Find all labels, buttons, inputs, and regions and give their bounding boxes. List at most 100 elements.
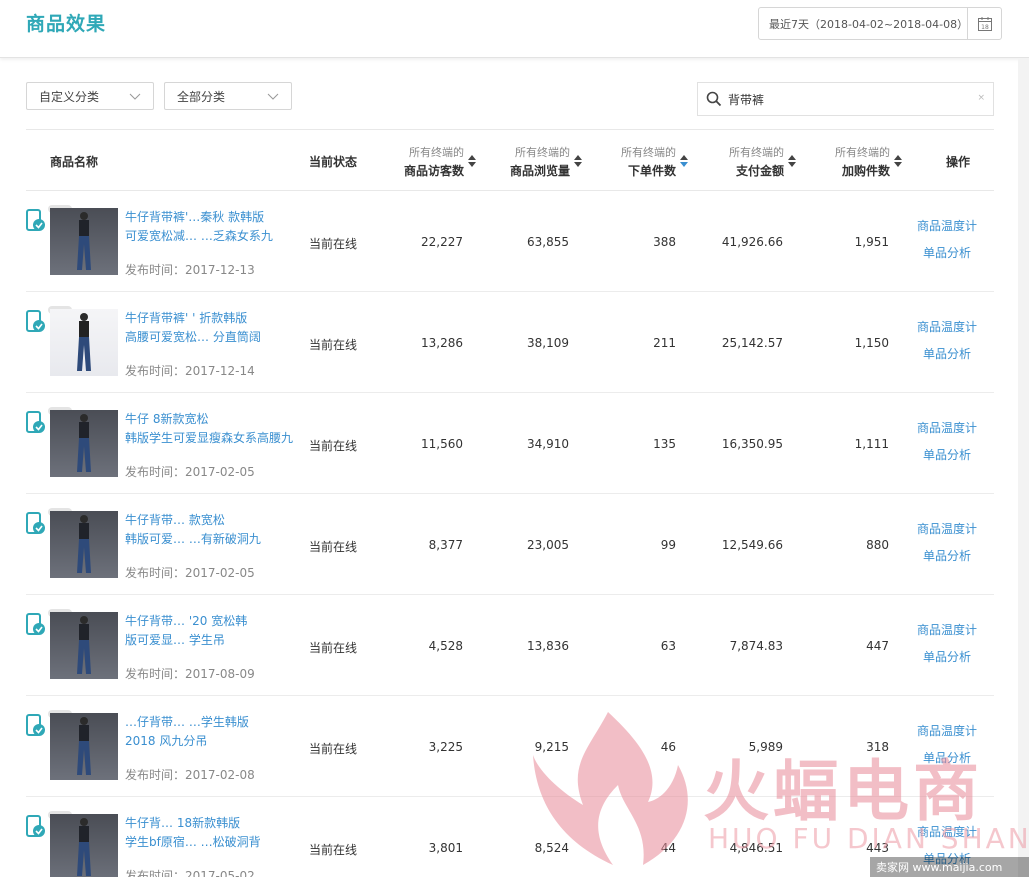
col-cart[interactable]: 所有终端的 加购件数 [824,144,890,180]
thermometer-link[interactable]: 商品温度计 [912,621,982,638]
col-visitors[interactable]: 所有终端的 商品访客数 [398,144,464,180]
thermometer-link[interactable]: 商品温度计 [912,823,982,840]
item-analysis-link[interactable]: 单品分析 [912,547,982,564]
product-thumbnail[interactable] [50,511,118,578]
device-status-icon [26,310,45,332]
col-payment-main: 支付金额 [735,164,784,178]
publish-date: 发布时间：2017-08-09 [125,667,255,681]
col-pageviews-sub: 所有终端的 [515,146,570,159]
cart-value: 1,951 [854,235,889,249]
all-category-select[interactable]: 全部分类 [164,82,292,110]
col-orders[interactable]: 所有终端的 下单件数 [610,144,676,180]
cart-value: 447 [866,639,889,653]
publish-date: 发布时间：2017-12-14 [125,364,255,378]
col-visitors-main: 商品访客数 [403,164,464,178]
sort-desc-icon[interactable] [680,155,688,167]
table-row: 牛仔背带… '20 宽松韩 版可爱显… 学生吊 发布时间：2017-08-09 … [26,595,994,696]
orders-value: 99 [660,538,676,552]
publish-date: 发布时间：2017-02-08 [125,768,255,782]
visitors-value: 8,377 [428,538,463,552]
payment-value: 5,989 [748,740,783,754]
table-row: …仔背带… …学生韩版 2018 风九分吊 发布时间：2017-02-08 当前… [26,696,994,797]
pageviews-value: 13,836 [527,639,569,653]
product-title-line2[interactable]: 韩版可爱… …有新破洞九 [125,530,297,547]
calendar-button[interactable]: 18 [967,8,1001,39]
clear-search-button[interactable]: × [977,93,985,103]
product-title-line1[interactable]: 牛仔背带裤' ' 折款韩版 [125,309,297,326]
model-figure-icon [77,616,91,674]
product-thumbnail[interactable] [50,612,118,679]
chevron-down-icon [267,93,279,100]
orders-value: 46 [660,740,676,754]
visitors-value: 3,801 [428,841,463,855]
col-orders-main: 下单件数 [627,164,676,178]
orders-value: 63 [660,639,676,653]
model-figure-icon [77,212,91,270]
table-header: 商品名称 当前状态 所有终端的 商品访客数 所有终端的 商品浏览量 所有终端的 … [26,129,994,191]
cart-value: 1,111 [854,437,889,451]
thermometer-link[interactable]: 商品温度计 [912,722,982,739]
product-title-line1[interactable]: 牛仔 8新款宽松 [125,410,297,427]
custom-category-select[interactable]: 自定义分类 [26,82,154,110]
product-title-line1[interactable]: 牛仔背带… 款宽松 [125,511,297,528]
model-figure-icon [77,818,91,876]
item-analysis-link[interactable]: 单品分析 [912,244,982,261]
device-status-icon [26,512,45,534]
table-row: 牛仔背带… 款宽松 韩版可爱… …有新破洞九 发布时间：2017-02-05 当… [26,494,994,595]
product-title-line2[interactable]: 可爱宽松减… …乏森女系九 [125,227,297,244]
table-row: 牛仔背带裤'…秦秋 款韩版 可爱宽松减… …乏森女系九 发布时间：2017-12… [26,191,994,292]
item-analysis-link[interactable]: 单品分析 [912,446,982,463]
product-title-line1[interactable]: 牛仔背… 18新款韩版 [125,814,297,831]
item-analysis-link[interactable]: 单品分析 [912,345,982,362]
product-thumbnail[interactable] [50,410,118,477]
sort-icon[interactable] [788,155,796,167]
product-title-line1[interactable]: …仔背带… …学生韩版 [125,713,297,730]
table-row: 牛仔背… 18新款韩版 学生bf原宿… …松破洞背 发布时间：2017-05-0… [26,797,994,877]
product-thumbnail[interactable] [50,309,118,376]
thermometer-link[interactable]: 商品温度计 [912,217,982,234]
publish-date: 发布时间：2017-02-05 [125,566,255,580]
product-title-line1[interactable]: 牛仔背带… '20 宽松韩 [125,612,297,629]
corner-watermark: 卖家网 www.maijia.com [870,857,1029,877]
sort-icon[interactable] [468,155,476,167]
custom-category-label: 自定义分类 [39,89,100,104]
product-title-line2[interactable]: 版可爱显… 学生吊 [125,631,297,648]
date-range-picker[interactable]: 最近7天（2018-04-02~2018-04-08） 18 [758,7,1002,40]
sort-icon[interactable] [894,155,902,167]
col-pageviews[interactable]: 所有终端的 商品浏览量 [504,144,570,180]
product-thumbnail[interactable] [50,208,118,275]
product-title-line2[interactable]: 韩版学生可爱显瘦森女系高腰九 [125,429,297,446]
product-title-line2[interactable]: 2018 风九分吊 [125,732,297,749]
thermometer-link[interactable]: 商品温度计 [912,318,982,335]
table-row: 牛仔 8新款宽松 韩版学生可爱显瘦森女系高腰九 发布时间：2017-02-05 … [26,393,994,494]
pageviews-value: 9,215 [534,740,569,754]
pageviews-value: 38,109 [527,336,569,350]
visitors-value: 11,560 [421,437,463,451]
status-text: 当前在线 [309,540,358,554]
status-text: 当前在线 [309,439,358,453]
product-search-input[interactable]: 背带裤 × [697,82,994,116]
product-title-line1[interactable]: 牛仔背带裤'…秦秋 款韩版 [125,208,297,225]
col-payment-sub: 所有终端的 [729,146,784,159]
calendar-icon: 18 [977,16,992,31]
payment-value: 25,142.57 [721,336,783,350]
publish-date: 发布时间：2017-05-02 [125,869,255,877]
product-thumbnail[interactable] [50,814,118,877]
visitors-value: 22,227 [421,235,463,249]
product-title-line2[interactable]: 高腰可爱宽松… 分直筒阔 [125,328,297,345]
cart-value: 443 [866,841,889,855]
thermometer-link[interactable]: 商品温度计 [912,520,982,537]
model-figure-icon [77,313,91,371]
item-analysis-link[interactable]: 单品分析 [912,749,982,766]
thermometer-link[interactable]: 商品温度计 [912,419,982,436]
device-status-icon [26,209,45,231]
item-analysis-link[interactable]: 单品分析 [912,648,982,665]
payment-value: 16,350.95 [721,437,783,451]
payment-value: 7,874.83 [729,639,783,653]
sort-icon[interactable] [574,155,582,167]
col-cart-sub: 所有终端的 [835,146,890,159]
product-title-line2[interactable]: 学生bf原宿… …松破洞背 [125,833,297,850]
col-payment[interactable]: 所有终端的 支付金额 [714,144,784,180]
product-thumbnail[interactable] [50,713,118,780]
device-status-icon [26,411,45,433]
